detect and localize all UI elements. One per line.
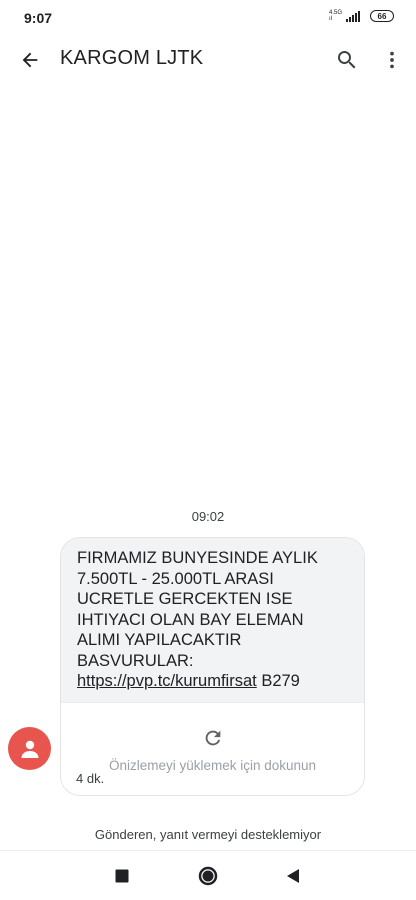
search-button[interactable] bbox=[331, 44, 363, 76]
home-circle-icon bbox=[198, 866, 218, 886]
more-options-button[interactable] bbox=[378, 44, 406, 76]
preview-label: Önizlemeyi yüklemek için dokunun bbox=[108, 757, 317, 773]
conversation-title: KARGOM LJTK bbox=[60, 47, 204, 69]
status-icons: 4.5G ıl 66 bbox=[329, 10, 394, 22]
person-icon bbox=[21, 740, 38, 758]
message-text: FIRMAMIZ BUNYESINDE AYLIK 7.500TL - 25.0… bbox=[61, 538, 364, 702]
home-button[interactable] bbox=[196, 864, 220, 888]
message-link[interactable]: https://pvp.tc/kurumfirsat bbox=[77, 672, 257, 690]
message-body: FIRMAMIZ BUNYESINDE AYLIK 7.500TL - 25.0… bbox=[77, 549, 318, 670]
network-sub-label: ıl bbox=[328, 16, 332, 22]
recents-button[interactable] bbox=[110, 864, 134, 888]
recents-square-icon bbox=[115, 869, 129, 883]
sender-avatar[interactable] bbox=[8, 727, 51, 770]
refresh-icon bbox=[205, 730, 220, 745]
signal-icon bbox=[346, 10, 360, 22]
link-preview[interactable]: Önizlemeyi yüklemek için dokunun bbox=[61, 701, 364, 795]
message-bubble[interactable]: FIRMAMIZ BUNYESINDE AYLIK 7.500TL - 25.0… bbox=[60, 537, 365, 796]
back-button[interactable] bbox=[14, 44, 46, 76]
battery-level: 66 bbox=[377, 11, 387, 21]
status-bar: 9:07 4.5G ıl 66 bbox=[0, 0, 416, 36]
message-age: 4 dk. bbox=[76, 771, 105, 786]
battery-icon: 66 bbox=[370, 10, 394, 22]
more-vert-icon bbox=[390, 51, 394, 69]
message-timestamp: 09:02 bbox=[191, 509, 225, 524]
system-nav-bar bbox=[0, 850, 416, 900]
network-type: 4.5G ıl bbox=[329, 10, 342, 22]
nav-back-button[interactable] bbox=[281, 864, 305, 888]
app-bar: KARGOM LJTK bbox=[0, 36, 416, 82]
arrow-back-icon bbox=[22, 52, 38, 68]
search-icon bbox=[338, 51, 356, 69]
back-triangle-icon bbox=[287, 869, 299, 883]
reply-unsupported-note: Gönderen, yanıt vermeyi desteklemiyor bbox=[94, 827, 322, 842]
status-time: 9:07 bbox=[24, 10, 53, 26]
message-suffix: B279 bbox=[256, 672, 300, 690]
